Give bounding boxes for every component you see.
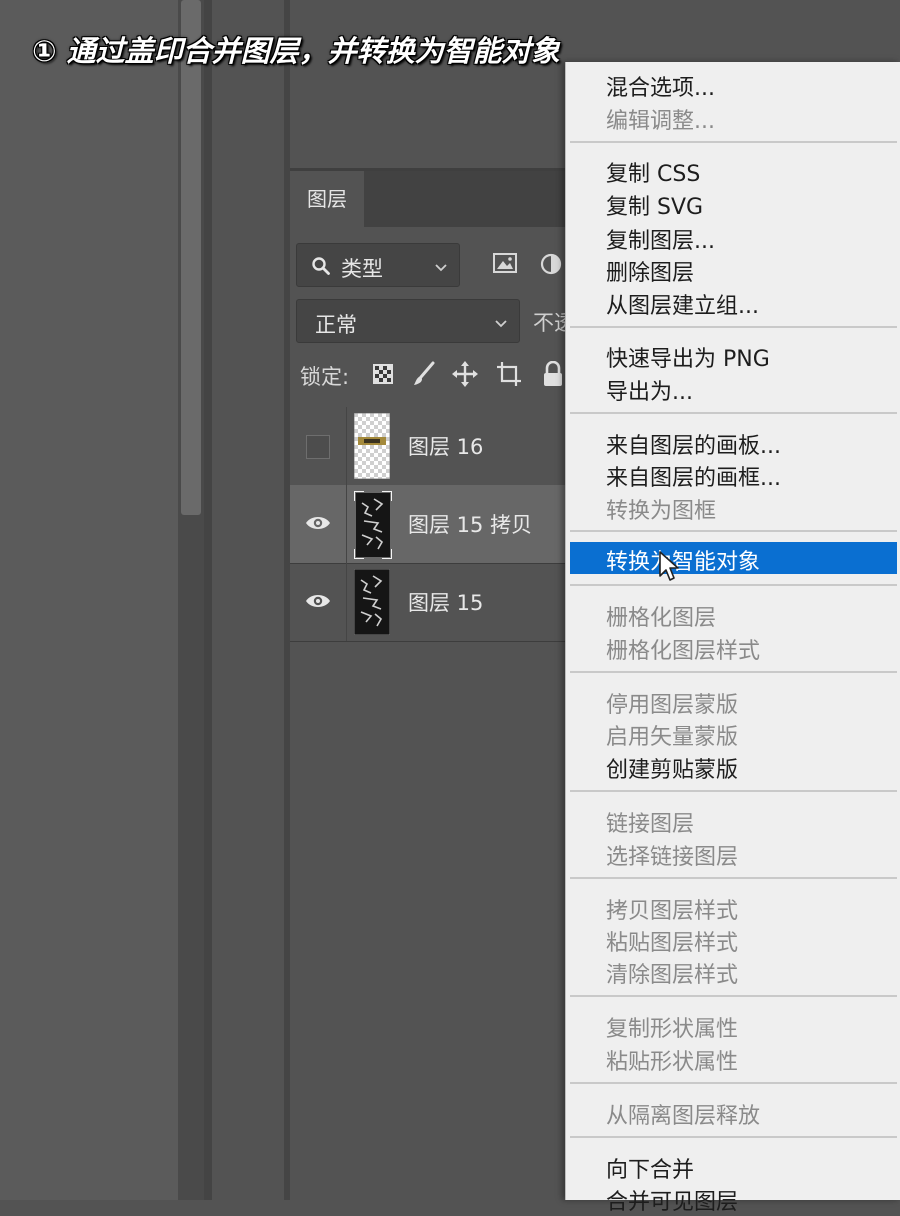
menu-item-create-clipping-mask[interactable]: 创建剪贴蒙版 bbox=[606, 752, 738, 784]
lock-label: 锁定: bbox=[300, 365, 350, 389]
layer-row[interactable]: 图层 16 bbox=[290, 407, 580, 486]
mouse-pointer-icon bbox=[658, 550, 680, 586]
menu-separator bbox=[570, 995, 897, 997]
menu-item-link-layers: 链接图层 bbox=[606, 812, 695, 837]
menu-item-merge-visible[interactable]: 合并可见图层 bbox=[606, 1184, 738, 1216]
menu-separator bbox=[570, 671, 897, 673]
menu-item-blending-options[interactable]: 混合选项... bbox=[606, 70, 715, 102]
filter-label: 类型 bbox=[341, 257, 383, 281]
menu-item-copy-layer-style: 拷贝图层样式 bbox=[606, 899, 739, 924]
layer-name[interactable]: 图层 15 拷贝 bbox=[408, 509, 532, 539]
menu-separator bbox=[570, 877, 897, 879]
menu-item-copy-svg[interactable]: 复制 SVG bbox=[606, 189, 703, 221]
adjustment-filter-icon[interactable] bbox=[540, 253, 564, 279]
eye-icon[interactable] bbox=[305, 592, 331, 614]
visibility-cell[interactable] bbox=[290, 407, 347, 485]
image-filter-icon[interactable] bbox=[493, 253, 517, 277]
menu-separator bbox=[570, 530, 897, 532]
menu-item-quick-export-png[interactable]: 快速导出为 PNG bbox=[606, 341, 770, 373]
menu-item-convert-to-smart-object[interactable]: 转换为智能对象 bbox=[570, 542, 897, 575]
menu-item-export-as[interactable]: 导出为... bbox=[606, 374, 693, 406]
menu-item-rasterize-layer-style: 栅格化图层样式 bbox=[606, 639, 761, 664]
lock-row: 锁定: bbox=[300, 360, 580, 392]
menu-item-frame-from-layers[interactable]: 来自图层的画框... bbox=[606, 460, 781, 492]
menu-item-merge-down[interactable]: 向下合并 bbox=[606, 1152, 694, 1184]
menu-item-copy-css[interactable]: 复制 CSS bbox=[606, 156, 700, 188]
layer-thumbnail bbox=[353, 490, 393, 560]
visibility-cell[interactable] bbox=[290, 485, 347, 563]
move-icon[interactable] bbox=[452, 361, 478, 392]
panel-dock-strip bbox=[212, 0, 284, 1200]
menu-item-edit-adjustment: 编辑调整... bbox=[606, 109, 715, 134]
eye-icon[interactable] bbox=[305, 514, 331, 536]
blend-mode-dropdown[interactable]: 正常 bbox=[296, 299, 520, 343]
menu-item-disable-layer-mask: 停用图层蒙版 bbox=[606, 693, 739, 718]
menu-separator bbox=[570, 326, 897, 328]
layer-row[interactable]: 图层 15 bbox=[290, 563, 580, 642]
chevron-down-icon bbox=[493, 312, 509, 336]
instruction-caption: ① 通过盖印合并图层，并转换为智能对象 bbox=[32, 34, 560, 68]
menu-item-artboard-from-layers[interactable]: 来自图层的画板... bbox=[606, 428, 781, 460]
menu-item-duplicate-layer[interactable]: 复制图层... bbox=[606, 223, 715, 255]
menu-item-enable-vector-mask: 启用矢量蒙版 bbox=[606, 725, 739, 750]
menu-item-label: 转换为智能对象 bbox=[606, 550, 761, 575]
menu-item-select-linked-layers: 选择链接图层 bbox=[606, 845, 739, 870]
menu-item-convert-to-frame: 转换为图框 bbox=[606, 499, 717, 524]
chevron-down-icon bbox=[433, 256, 449, 280]
layer-row-selected[interactable]: 图层 15 拷贝 bbox=[290, 485, 580, 564]
search-icon bbox=[311, 256, 331, 281]
menu-item-rasterize-layer: 栅格化图层 bbox=[606, 606, 717, 631]
scrollbar-thumb[interactable] bbox=[181, 0, 201, 515]
artboard-lock-icon[interactable] bbox=[496, 361, 522, 392]
lock-all-icon[interactable] bbox=[542, 360, 564, 392]
brush-icon[interactable] bbox=[412, 361, 436, 392]
layer-name[interactable]: 图层 15 bbox=[408, 587, 483, 617]
blend-mode-value: 正常 bbox=[315, 313, 357, 337]
menu-item-clear-layer-style: 清除图层样式 bbox=[606, 963, 739, 988]
canvas-area bbox=[0, 0, 178, 1200]
menu-item-paste-layer-style: 粘贴图层样式 bbox=[606, 931, 739, 956]
menu-separator bbox=[570, 412, 897, 414]
menu-separator bbox=[570, 790, 897, 792]
layers-panel: 图层 类型 正常 不透 锁定: 图层 16 图层 15 拷贝 图层 15 bbox=[290, 171, 580, 1200]
visibility-toggle-empty[interactable] bbox=[306, 435, 330, 459]
menu-item-release-from-isolation: 从隔离图层释放 bbox=[606, 1104, 761, 1129]
upper-panel-area bbox=[290, 0, 570, 171]
layer-thumbnail bbox=[353, 412, 391, 480]
layer-name[interactable]: 图层 16 bbox=[408, 431, 483, 461]
menu-item-paste-shape-attributes: 粘贴形状属性 bbox=[606, 1050, 739, 1075]
menu-separator bbox=[570, 141, 897, 143]
menu-item-copy-shape-attributes: 复制形状属性 bbox=[606, 1017, 739, 1042]
menu-item-delete-layer[interactable]: 删除图层 bbox=[606, 255, 694, 287]
menu-separator bbox=[570, 1082, 897, 1084]
menu-separator bbox=[570, 1136, 897, 1138]
menu-separator bbox=[570, 584, 897, 586]
layer-thumbnail bbox=[353, 568, 391, 636]
layer-context-menu: 混合选项... 编辑调整... 复制 CSS 复制 SVG 复制图层... 删除… bbox=[565, 62, 900, 1215]
panel-tab-bar: 图层 bbox=[290, 171, 580, 227]
panel-divider bbox=[204, 0, 212, 1200]
tab-layers[interactable]: 图层 bbox=[290, 171, 364, 227]
layer-filter-dropdown[interactable]: 类型 bbox=[296, 243, 460, 287]
menu-item-group-from-layers[interactable]: 从图层建立组... bbox=[606, 288, 759, 320]
lock-transparent-pixels-icon[interactable] bbox=[372, 363, 394, 390]
visibility-cell[interactable] bbox=[290, 563, 347, 641]
